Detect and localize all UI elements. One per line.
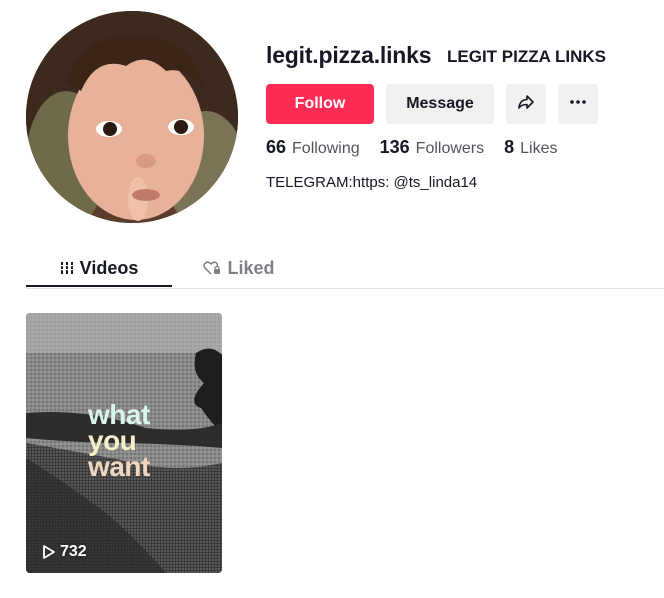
more-button[interactable]: [558, 84, 598, 124]
overlay-line: want: [88, 451, 150, 482]
video-view-count: 732: [42, 543, 87, 561]
active-tab-indicator: [26, 285, 172, 287]
share-arrow-icon: [516, 92, 536, 117]
child-portrait-avatar: [26, 11, 238, 223]
stat-following[interactable]: 66 Following: [266, 137, 360, 158]
more-dots-icon: [568, 92, 588, 117]
video-overlay-text: what you want: [88, 401, 150, 482]
avatar[interactable]: [26, 11, 238, 223]
followers-label: Followers: [415, 140, 485, 157]
username: legit.pizza.links: [266, 42, 432, 68]
video-thumbnail[interactable]: what you want 732: [26, 313, 222, 573]
profile-bio: TELEGRAM:https: @ts_linda14: [266, 174, 478, 191]
play-icon: [42, 544, 56, 560]
following-label: Following: [292, 140, 360, 157]
tabs-divider: [26, 288, 664, 289]
share-button[interactable]: [506, 84, 546, 124]
nickname: LEGIT PIZZA LINKS: [447, 47, 606, 66]
followers-count: 136: [379, 137, 410, 157]
stat-followers[interactable]: 136 Followers: [380, 137, 485, 158]
stat-likes: 8 Likes: [504, 137, 557, 158]
following-count: 66: [266, 137, 287, 157]
likes-count: 8: [504, 137, 515, 157]
tab-liked-label: Liked: [227, 257, 275, 278]
tab-liked[interactable]: Liked: [172, 250, 306, 286]
grid-bars-icon: [59, 260, 74, 276]
message-button[interactable]: Message: [386, 84, 494, 124]
profile-stats: 66 Following 136 Followers 8 Likes: [266, 137, 578, 158]
heart-lock-icon: [203, 260, 221, 276]
tab-videos[interactable]: Videos: [26, 250, 172, 286]
likes-label: Likes: [520, 140, 558, 157]
follow-button[interactable]: Follow: [266, 84, 374, 124]
view-count-label: 732: [60, 543, 87, 560]
tab-videos-label: Videos: [79, 257, 139, 278]
